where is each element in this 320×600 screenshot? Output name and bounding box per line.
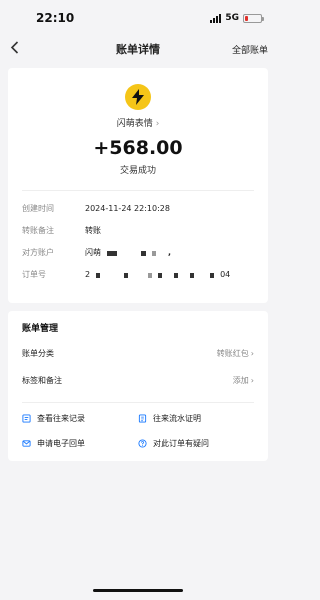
redacted-block: [107, 250, 117, 256]
records-icon: [22, 414, 31, 423]
mail-icon: [22, 440, 31, 447]
detail-value: 2024-11-24 22:10:28: [85, 204, 170, 213]
divider: [22, 190, 254, 191]
divider: [22, 402, 254, 403]
action-label: 对此订单有疑问: [153, 439, 209, 448]
status-time: 22:10: [36, 11, 75, 25]
redacted-block: [210, 272, 215, 278]
detail-label: 对方账户: [22, 248, 54, 257]
redacted-block: [96, 272, 101, 278]
back-button[interactable]: [10, 41, 30, 57]
detail-value: 转账: [85, 226, 101, 235]
bill-category-row[interactable]: 账单分类 转账红包 ›: [22, 348, 254, 359]
detail-row-order-number: 订单号 2 04: [22, 269, 254, 281]
question-icon: [138, 439, 147, 448]
redacted-block: [148, 272, 153, 278]
chevron-left-icon: [10, 41, 19, 54]
redacted-block: [152, 250, 156, 256]
chevron-right-icon: ›: [250, 349, 254, 358]
chevron-right-icon: ›: [155, 119, 160, 129]
detail-label: 创建时间: [22, 204, 54, 213]
redacted-block: [190, 272, 195, 278]
bill-management-card: 账单管理 账单分类 转账红包 › 标签和备注 添加 › 查看往来记录 往来流水证明 …: [8, 311, 268, 461]
tags-notes-row[interactable]: 标签和备注 添加 ›: [22, 375, 254, 386]
transaction-amount: +568.00: [93, 137, 183, 159]
signal-icon: [210, 13, 222, 23]
redacted-block: [124, 272, 129, 278]
status-bar: 22:10 5G: [0, 0, 276, 36]
detail-label: 转账备注: [22, 226, 54, 235]
nav-bar: 账单详情 全部账单: [0, 36, 276, 62]
home-indicator: [93, 589, 183, 592]
detail-value-order: 2 04: [85, 269, 230, 281]
apply-receipt-button[interactable]: 申请电子回单: [22, 438, 138, 449]
merchant-link[interactable]: 闪萌表情 ›: [22, 116, 254, 129]
counterparty-name: 闪萌: [85, 248, 101, 257]
row-value: 转账红包: [216, 349, 249, 358]
transaction-card: 闪萌表情 › +568.00 交易成功 创建时间 2024-11-24 22:10…: [8, 68, 268, 303]
redacted-comma: ,: [168, 248, 172, 257]
row-value-wrap: 转账红包 ›: [217, 348, 254, 359]
status-indicators: 5G: [210, 13, 264, 23]
section-title: 账单管理: [22, 324, 59, 334]
network-label: 5G: [225, 13, 239, 23]
action-label: 往来流水证明: [153, 414, 201, 423]
detail-label: 订单号: [22, 270, 46, 279]
redacted-block: [174, 272, 179, 278]
row-value-wrap: 添加 ›: [233, 375, 254, 386]
chevron-right-icon: ›: [250, 376, 254, 385]
redacted-block: [158, 272, 163, 278]
transaction-status: 交易成功: [119, 166, 156, 176]
action-label: 查看往来记录: [37, 414, 85, 423]
row-label: 标签和备注: [22, 376, 62, 385]
row-value: 添加: [232, 376, 249, 385]
lightning-icon: [125, 84, 151, 110]
view-records-button[interactable]: 查看往来记录: [22, 413, 138, 424]
merchant-name: 闪萌表情: [116, 119, 153, 129]
battery-icon: [243, 13, 264, 23]
action-grid: 查看往来记录 往来流水证明 申请电子回单 对此订单有疑问: [22, 413, 254, 453]
detail-value-counterparty: 闪萌 ,: [85, 247, 171, 259]
action-label: 申请电子回单: [37, 439, 85, 448]
redacted-block: [141, 250, 146, 256]
order-question-button[interactable]: 对此订单有疑问: [138, 438, 254, 449]
row-label: 账单分类: [22, 349, 54, 358]
detail-row-note: 转账备注 转账: [22, 225, 254, 237]
detail-row-counterparty: 对方账户 闪萌 ,: [22, 247, 254, 259]
detail-row-created-time: 创建时间 2024-11-24 22:10:28: [22, 203, 254, 215]
transaction-proof-button[interactable]: 往来流水证明: [138, 413, 254, 424]
order-suffix: 04: [220, 270, 231, 279]
all-bills-link[interactable]: 全部账单: [232, 43, 268, 56]
order-prefix: 2: [85, 270, 91, 279]
certificate-icon: [138, 414, 147, 423]
